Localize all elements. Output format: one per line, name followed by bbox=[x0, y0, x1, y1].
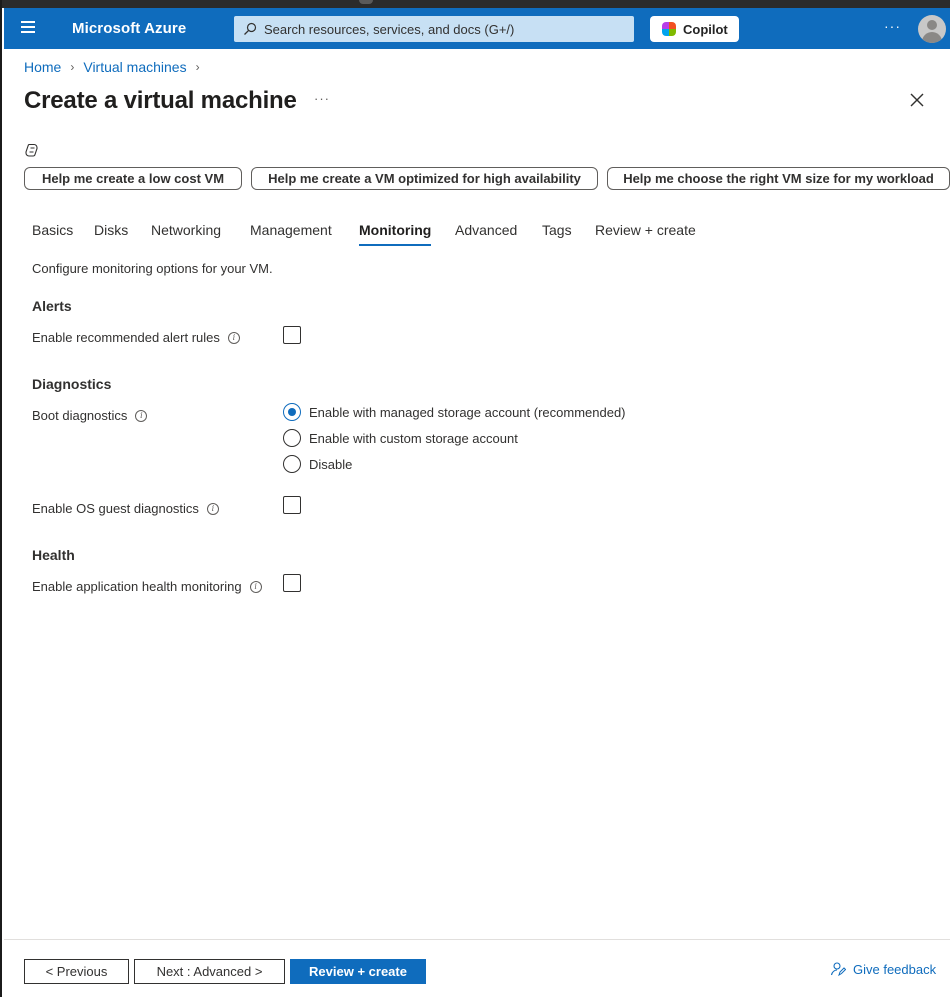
suggestion-high-availability-vm[interactable]: Help me create a VM optimized for high a… bbox=[251, 167, 598, 190]
tab-monitoring[interactable]: Monitoring bbox=[359, 222, 431, 238]
suggestion-low-cost-vm[interactable]: Help me create a low cost VM bbox=[24, 167, 242, 190]
breadcrumb: Home › Virtual machines › bbox=[24, 59, 209, 75]
os-guest-diagnostics-label: Enable OS guest diagnostics i bbox=[32, 501, 219, 516]
suggestion-vm-size[interactable]: Help me choose the right VM size for my … bbox=[607, 167, 950, 190]
chevron-right-icon: › bbox=[70, 60, 75, 74]
app-health-monitoring-checkbox[interactable] bbox=[283, 574, 301, 592]
title-more-icon[interactable]: ··· bbox=[314, 91, 330, 106]
info-icon[interactable]: i bbox=[206, 502, 219, 515]
os-guest-diagnostics-checkbox[interactable] bbox=[283, 496, 301, 514]
portal-header: Microsoft Azure Search resources, servic… bbox=[4, 8, 950, 49]
tab-review-create[interactable]: Review + create bbox=[595, 222, 696, 238]
breadcrumb-home[interactable]: Home bbox=[24, 59, 61, 75]
boot-option-label: Enable with managed storage account (rec… bbox=[309, 404, 626, 420]
window-chrome bbox=[2, 0, 950, 8]
tab-networking[interactable]: Networking bbox=[151, 222, 221, 238]
footer-divider bbox=[4, 939, 950, 940]
previous-button[interactable]: < Previous bbox=[24, 959, 129, 984]
boot-diagnostics-text: Boot diagnostics bbox=[32, 408, 128, 423]
copilot-outline-icon bbox=[25, 143, 38, 157]
recommended-alert-rules-text: Enable recommended alert rules bbox=[32, 330, 220, 345]
give-feedback-label: Give feedback bbox=[853, 961, 937, 977]
global-search-input[interactable]: Search resources, services, and docs (G+… bbox=[234, 16, 634, 42]
tab-disks[interactable]: Disks bbox=[94, 222, 128, 238]
more-options-icon[interactable]: ··· bbox=[884, 18, 901, 34]
search-placeholder: Search resources, services, and docs (G+… bbox=[264, 22, 515, 37]
boot-option-disable[interactable]: Disable bbox=[283, 455, 352, 473]
tab-management[interactable]: Management bbox=[250, 222, 332, 238]
radio-unselected-icon[interactable] bbox=[283, 429, 301, 447]
info-icon[interactable]: i bbox=[249, 580, 262, 593]
brand-title[interactable]: Microsoft Azure bbox=[72, 20, 186, 37]
os-guest-diagnostics-text: Enable OS guest diagnostics bbox=[32, 501, 199, 516]
menu-icon[interactable] bbox=[21, 21, 35, 35]
review-create-button[interactable]: Review + create bbox=[290, 959, 426, 984]
tab-advanced[interactable]: Advanced bbox=[455, 222, 517, 238]
recommended-alert-rules-checkbox[interactable] bbox=[283, 326, 301, 344]
app-health-monitoring-label: Enable application health monitoring i bbox=[32, 579, 262, 594]
give-feedback-link[interactable]: Give feedback bbox=[830, 961, 936, 977]
tab-tags[interactable]: Tags bbox=[542, 222, 572, 238]
health-heading: Health bbox=[32, 547, 75, 563]
camera-notch bbox=[359, 0, 373, 4]
radio-selected-icon[interactable] bbox=[283, 403, 301, 421]
tab-basics[interactable]: Basics bbox=[32, 222, 73, 238]
recommended-alert-rules-label: Enable recommended alert rules i bbox=[32, 330, 240, 345]
copilot-label: Copilot bbox=[683, 22, 728, 37]
alerts-heading: Alerts bbox=[32, 298, 72, 314]
portal-window: Microsoft Azure Search resources, servic… bbox=[0, 0, 950, 997]
boot-option-managed-storage[interactable]: Enable with managed storage account (rec… bbox=[283, 403, 626, 421]
next-advanced-button[interactable]: Next : Advanced > bbox=[134, 959, 285, 984]
chevron-right-icon: › bbox=[195, 60, 200, 74]
boot-option-label: Enable with custom storage account bbox=[309, 430, 518, 446]
page-title: Create a virtual machine bbox=[24, 87, 297, 114]
info-icon[interactable]: i bbox=[135, 409, 148, 422]
diagnostics-heading: Diagnostics bbox=[32, 376, 112, 392]
avatar[interactable] bbox=[918, 15, 946, 43]
boot-option-label: Disable bbox=[309, 456, 353, 472]
feedback-icon bbox=[830, 962, 846, 977]
monitoring-description: Configure monitoring options for your VM… bbox=[32, 261, 273, 276]
copilot-icon bbox=[662, 22, 676, 36]
boot-option-custom-storage[interactable]: Enable with custom storage account bbox=[283, 429, 518, 447]
active-tab-indicator bbox=[359, 244, 431, 246]
breadcrumb-virtual-machines[interactable]: Virtual machines bbox=[83, 59, 186, 75]
search-icon bbox=[244, 22, 257, 35]
boot-diagnostics-label: Boot diagnostics i bbox=[32, 408, 148, 423]
app-health-monitoring-text: Enable application health monitoring bbox=[32, 579, 242, 594]
radio-unselected-icon[interactable] bbox=[283, 455, 301, 473]
close-icon[interactable] bbox=[908, 91, 926, 109]
copilot-button[interactable]: Copilot bbox=[650, 16, 739, 42]
info-icon[interactable]: i bbox=[227, 331, 240, 344]
